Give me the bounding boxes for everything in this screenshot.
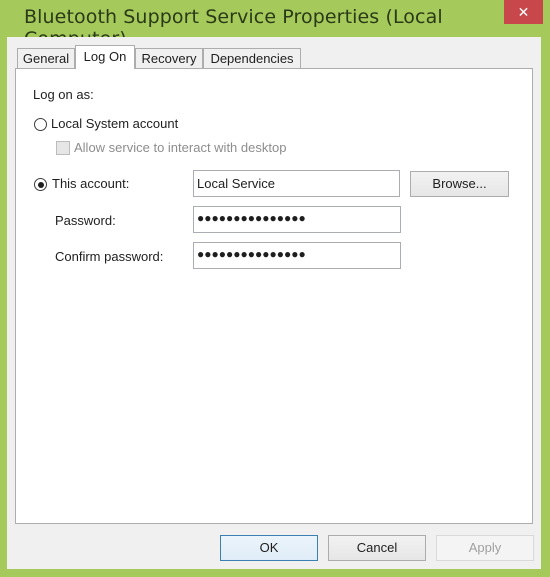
- tab-recovery[interactable]: Recovery: [135, 48, 203, 68]
- tab-dependencies[interactable]: Dependencies: [203, 48, 301, 68]
- log-on-as-heading: Log on as:: [33, 87, 94, 102]
- password-label: Password:: [55, 213, 116, 228]
- confirm-password-input[interactable]: ●●●●●●●●●●●●●●●: [193, 242, 401, 269]
- close-button[interactable]: ✕: [504, 0, 543, 24]
- ok-button[interactable]: OK: [220, 535, 318, 561]
- interact-desktop-label: Allow service to interact with desktop: [74, 140, 287, 155]
- this-account-label[interactable]: This account:: [52, 176, 129, 191]
- local-system-label[interactable]: Local System account: [51, 116, 178, 131]
- apply-button[interactable]: Apply: [436, 535, 534, 561]
- cancel-button[interactable]: Cancel: [328, 535, 426, 561]
- title-bar[interactable]: Bluetooth Support Service Properties (Lo…: [0, 0, 550, 50]
- dialog-client-area: General Log On Recovery Dependencies Log…: [7, 37, 541, 569]
- tab-log-on[interactable]: Log On: [75, 45, 135, 69]
- tab-general[interactable]: General: [17, 48, 75, 68]
- log-on-panel: Log on as: Local System account Allow se…: [15, 68, 533, 524]
- local-system-radio[interactable]: [34, 118, 47, 131]
- this-account-radio[interactable]: [34, 178, 47, 191]
- browse-button[interactable]: Browse...: [410, 171, 509, 197]
- interact-desktop-checkbox[interactable]: [56, 141, 70, 155]
- close-icon: ✕: [517, 3, 530, 20]
- account-input[interactable]: [193, 170, 400, 197]
- confirm-password-label: Confirm password:: [55, 249, 164, 264]
- password-input[interactable]: ●●●●●●●●●●●●●●●: [193, 206, 401, 233]
